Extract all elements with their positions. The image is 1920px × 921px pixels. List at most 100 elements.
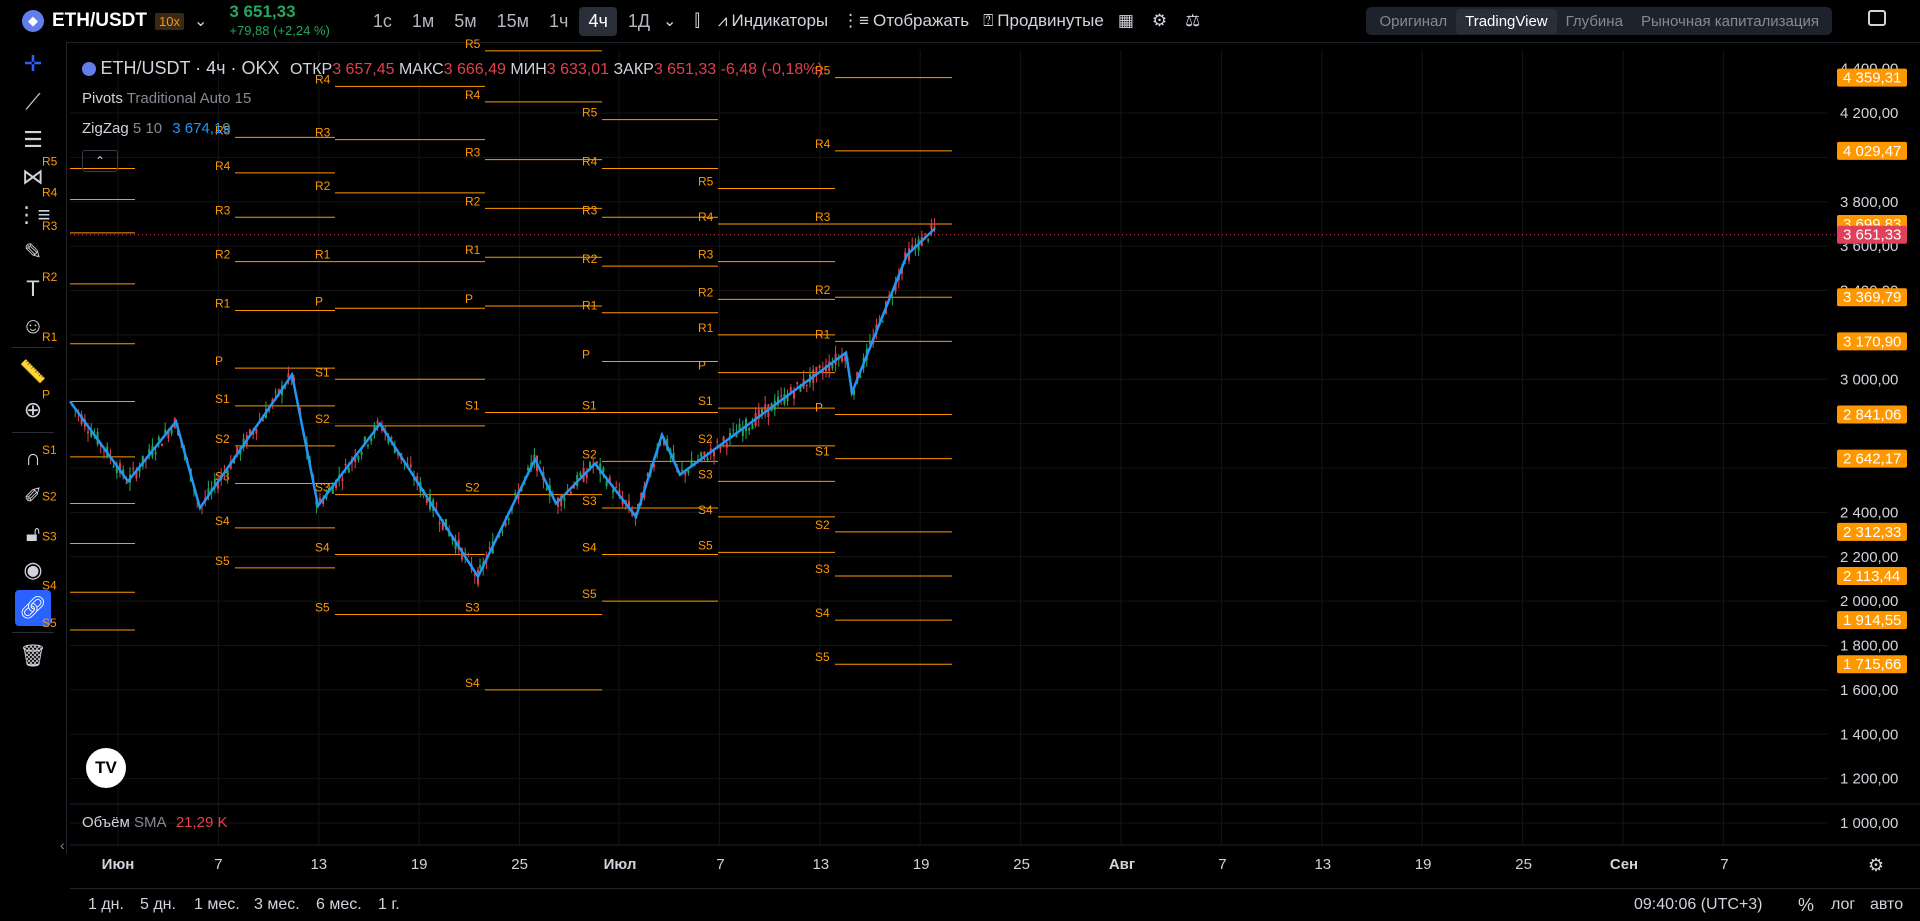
pivot-label-r1: R1 (582, 299, 598, 313)
pivot-label-s3: S3 (582, 494, 597, 508)
pivot-label-r3: R3 (465, 146, 481, 160)
pivot-label-r1: R1 (42, 330, 58, 344)
close-label: ЗАКР (613, 61, 654, 78)
pivot-label-r2: R2 (215, 248, 231, 262)
zigzag-value: 3 674,19 (172, 120, 231, 137)
pivot-label-r1: R1 (315, 248, 331, 262)
candle-body (706, 458, 709, 460)
range-button-3[interactable]: 3 мес. (254, 896, 300, 914)
range-button-0[interactable]: 1 дн. (88, 896, 124, 914)
pivot-label-r4: R4 (582, 154, 598, 168)
pivots-indicator-legend[interactable]: Pivots Traditional Auto 15 (82, 90, 251, 107)
pivot-label-r3: R3 (315, 126, 331, 140)
price-tag-label: 1 715,66 (1843, 656, 1901, 673)
time-tick: 13 (812, 856, 829, 873)
close-value: 3 651,33 (653, 61, 717, 78)
candle-body (274, 391, 277, 393)
pivot-label-s3: S3 (465, 600, 480, 614)
pivot-label-r4: R4 (815, 137, 831, 151)
candle-body (255, 428, 258, 434)
bottom-toolbar: 1 дн. 5 дн. 1 мес. 3 мес. 6 мес. 1 г. 09:40:0… (70, 888, 1920, 921)
candle-body (367, 445, 369, 447)
pivot-label-r1: R1 (815, 327, 831, 341)
axis-settings-gear-icon[interactable]: ⚙ (1868, 855, 1884, 875)
candle-body (681, 469, 683, 471)
candle-body (170, 429, 173, 434)
pivot-label-s4: S4 (215, 514, 230, 528)
candle-body (344, 463, 347, 466)
candle-body (930, 224, 933, 230)
pivot-label-r5: R5 (465, 37, 481, 51)
percent-toggle[interactable]: % (1798, 895, 1814, 916)
pivot-label-p: P (315, 294, 323, 308)
pivot-label-p: P (215, 354, 223, 368)
high-label: МАКС (398, 61, 444, 78)
candle-body (545, 488, 548, 490)
clock[interactable]: 09:40:06 (UTC+3) (1634, 896, 1763, 914)
zigzag-indicator-legend[interactable]: ZigZag 5 10 3 674,19 (82, 120, 231, 137)
pivot-label-p: P (42, 387, 50, 401)
candle-body (467, 554, 470, 556)
range-button-1[interactable]: 5 дн. (140, 896, 176, 914)
pivot-label-s5: S5 (582, 587, 597, 601)
price-tick: 3 000,00 (1840, 371, 1898, 388)
price-chart[interactable]: R5 R4 R3 R2 R1 P S1 S2 S3 S4 S5 R5 R4 R3 R2 R1 P S1 S2 S3 S4… (0, 0, 1920, 920)
candle-body (703, 451, 706, 456)
auto-toggle[interactable]: авто (1870, 896, 1903, 914)
pivot-label-s3: S3 (815, 562, 830, 576)
candle-body (881, 321, 884, 323)
candle-body (687, 470, 690, 473)
pivot-label-p: P (815, 401, 823, 415)
pivot-label-s2: S2 (465, 481, 480, 495)
candle-body (409, 464, 412, 468)
pivot-label-r1: R1 (215, 296, 231, 310)
pivot-label-r1: R1 (465, 243, 481, 257)
log-toggle[interactable]: лог (1831, 896, 1855, 914)
candle-body (376, 420, 379, 425)
candle-body (539, 462, 542, 464)
pivot-label-s2: S2 (582, 447, 597, 461)
pivot-label-s3: S3 (698, 467, 713, 481)
price-tick: 1 000,00 (1840, 815, 1898, 832)
range-button-5[interactable]: 1 г. (378, 896, 400, 914)
time-tick: 13 (310, 856, 327, 873)
time-tick: 19 (913, 856, 930, 873)
price-tick: 1 200,00 (1840, 771, 1898, 788)
pivot-label-p: P (698, 359, 706, 373)
range-button-2[interactable]: 1 мес. (194, 896, 240, 914)
pivot-label-r2: R2 (42, 270, 58, 284)
candle-body (112, 465, 115, 468)
pivot-label-s2: S2 (42, 490, 57, 504)
price-tag-label: 1 914,55 (1843, 612, 1901, 629)
time-tick: Авг (1109, 856, 1135, 873)
zigzag-name: ZigZag (82, 120, 129, 137)
range-button-4[interactable]: 6 мес. (316, 896, 362, 914)
time-tick: Сен (1610, 856, 1638, 873)
pivot-label-r3: R3 (215, 203, 231, 217)
time-tick: Июн (102, 856, 135, 873)
pivot-label-p: P (582, 348, 590, 362)
candle-body (615, 486, 618, 488)
pivot-label-r1: R1 (698, 321, 714, 335)
price-tick: 2 000,00 (1840, 593, 1898, 610)
price-tick: 1 400,00 (1840, 726, 1898, 743)
pivot-label-r2: R2 (582, 252, 598, 266)
exchange-logo-icon (82, 62, 96, 76)
volume-legend[interactable]: Объём SMA 21,29 K (82, 814, 228, 831)
candle-body (924, 233, 926, 235)
pivot-label-r4: R4 (42, 186, 58, 200)
pivot-label-s4: S4 (315, 541, 330, 555)
candle-body (569, 491, 572, 495)
candle-body (347, 467, 350, 473)
time-tick: 25 (1013, 856, 1030, 873)
candle-body (725, 442, 728, 448)
pivot-label-r2: R2 (698, 285, 714, 299)
candle-body (157, 437, 160, 441)
pivots-params: Traditional Auto 15 (126, 90, 252, 107)
volume-name: Объём (82, 814, 130, 831)
collapse-legend-button[interactable]: ⌃ (82, 150, 118, 172)
price-tag-label: 2 312,33 (1843, 524, 1901, 541)
candle-body (125, 482, 128, 484)
tradingview-logo[interactable]: TV (86, 748, 126, 788)
pivot-label-r4: R4 (215, 159, 231, 173)
